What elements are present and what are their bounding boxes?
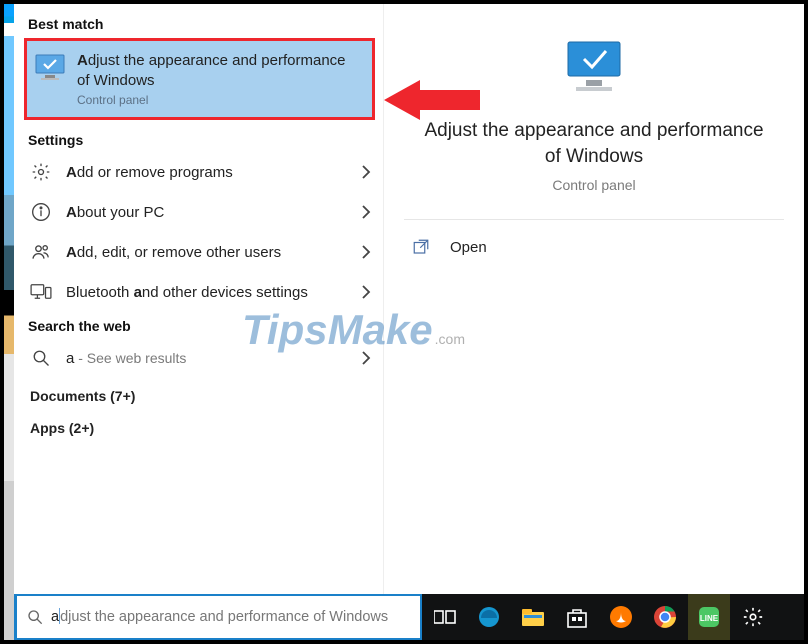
settings-item-label: Bluetooth and other devices settings xyxy=(66,284,347,301)
settings-item-add-remove-programs[interactable]: Add or remove programs xyxy=(20,152,379,192)
preview-monitor-icon xyxy=(404,40,784,96)
settings-item-bluetooth[interactable]: Bluetooth and other devices settings xyxy=(20,272,379,312)
svg-text:LINE: LINE xyxy=(700,614,719,623)
open-label: Open xyxy=(450,239,487,256)
section-best-match-header: Best match xyxy=(20,10,379,36)
taskbar-line-icon[interactable]: LINE xyxy=(688,594,730,640)
taskbar-explorer-icon[interactable] xyxy=(512,594,554,640)
chevron-right-icon xyxy=(361,351,371,365)
open-action[interactable]: Open xyxy=(404,220,784,274)
taskbar: LINE xyxy=(422,594,804,640)
taskbar-chrome-icon[interactable] xyxy=(644,594,686,640)
preview-subtitle: Control panel xyxy=(404,177,784,193)
search-icon xyxy=(27,609,43,625)
settings-item-users[interactable]: Add, edit, or remove other users xyxy=(20,232,379,272)
info-icon xyxy=(30,201,52,223)
preview-title: Adjust the appearance and performance of… xyxy=(404,118,784,169)
section-settings-header: Settings xyxy=(20,126,379,152)
settings-item-about-pc[interactable]: About your PC xyxy=(20,192,379,232)
settings-item-label: Add, edit, or remove other users xyxy=(66,244,347,261)
best-match-title: Adjust the appearance and performance of… xyxy=(77,51,362,90)
taskbar-taskview-icon[interactable] xyxy=(424,594,466,640)
gear-icon xyxy=(30,161,52,183)
open-icon xyxy=(412,238,430,256)
users-icon xyxy=(30,241,52,263)
monitor-icon xyxy=(35,51,65,83)
chevron-right-icon xyxy=(361,285,371,299)
search-text: adjust the appearance and performance of… xyxy=(51,608,414,626)
search-icon xyxy=(30,347,52,369)
search-input[interactable]: adjust the appearance and performance of… xyxy=(14,594,422,640)
section-search-web-header: Search the web xyxy=(20,312,379,338)
preview-panel: Adjust the appearance and performance of… xyxy=(384,4,804,594)
chevron-right-icon xyxy=(361,165,371,179)
section-apps-header[interactable]: Apps (2+) xyxy=(20,410,379,442)
chevron-right-icon xyxy=(361,245,371,259)
section-documents-header[interactable]: Documents (7+) xyxy=(20,378,379,410)
taskbar-edge-icon[interactable] xyxy=(468,594,510,640)
taskbar-settings-icon[interactable] xyxy=(732,594,774,640)
web-result-item[interactable]: a - See web results xyxy=(20,338,379,378)
search-results-panel: Best match Adjust the appearance and per… xyxy=(14,4,384,594)
best-match-subtitle: Control panel xyxy=(77,93,362,107)
best-match-item[interactable]: Adjust the appearance and performance of… xyxy=(24,38,375,120)
devices-icon xyxy=(30,281,52,303)
left-decorative-edge xyxy=(4,4,14,640)
settings-item-label: About your PC xyxy=(66,204,347,221)
web-result-label: a - See web results xyxy=(66,350,347,367)
chevron-right-icon xyxy=(361,205,371,219)
taskbar-avast-icon[interactable] xyxy=(600,594,642,640)
taskbar-store-icon[interactable] xyxy=(556,594,598,640)
settings-item-label: Add or remove programs xyxy=(66,164,347,181)
